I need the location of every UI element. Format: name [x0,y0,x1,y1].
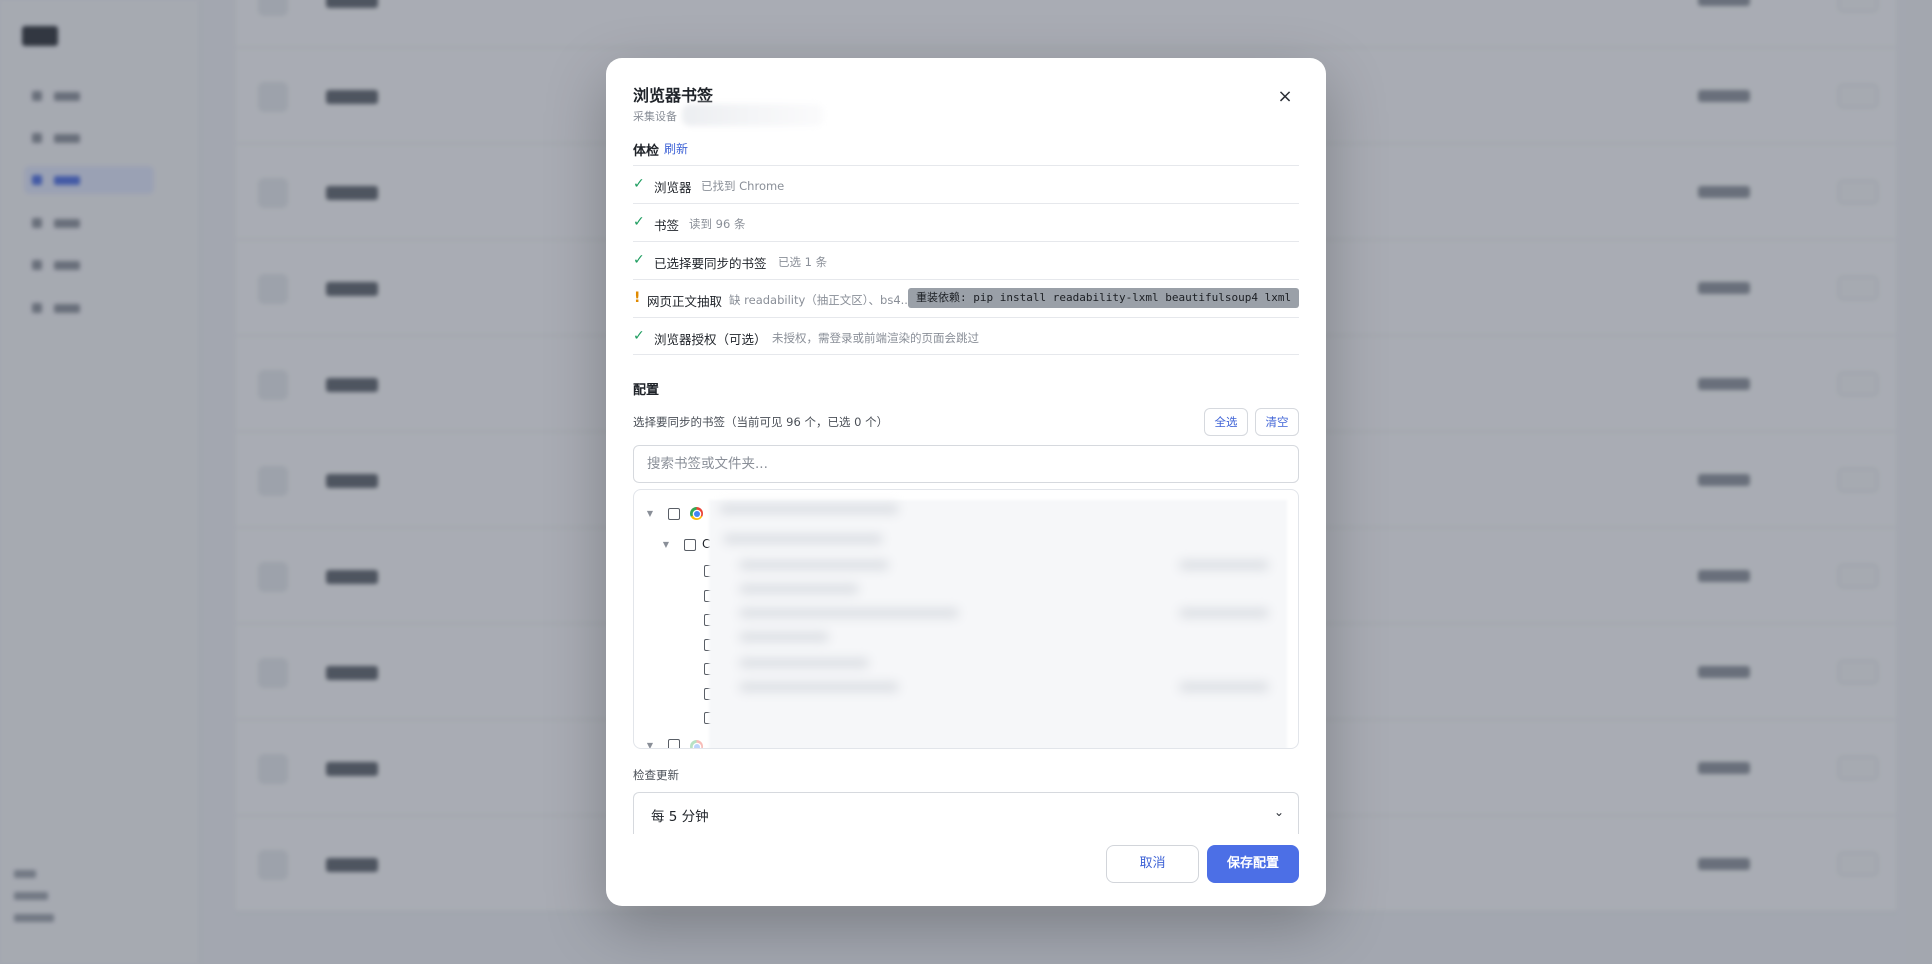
update-frequency-label: 检查更新 [633,768,679,782]
tree-checkbox[interactable] [668,739,680,748]
clear-button[interactable]: 清空 [1255,408,1299,436]
health-item-label: 网页正文抽取 [647,294,723,309]
bookmark-tree[interactable]: ▼ ▼ C ▼ [633,489,1299,749]
health-item-selection: ✓ 已选择要同步的书签 已选 1 条 [633,241,1299,279]
chevron-down-icon[interactable]: ▼ [645,741,655,748]
check-icon: ✓ [633,176,645,192]
warning-icon: ! [634,290,641,306]
health-item-detail: 已找到 Chrome [701,179,785,193]
dialog-subtitle: 采集设备 [633,110,677,123]
health-section-title: 体检 [633,144,660,159]
update-frequency-value: 每 5 分钟 [651,809,709,825]
bookmark-names-redacted [709,500,1287,748]
chevron-down-icon: ⌄ [1274,805,1285,819]
check-icon: ✓ [633,328,645,344]
bookmark-pick-label: 选择要同步的书签（当前可见 96 个，已选 0 个） [633,415,889,429]
cancel-button[interactable]: 取消 [1106,845,1199,883]
health-item-extraction: ! 网页正文抽取 缺 readability（抽正文区）、bs4... 重装依赖… [633,279,1299,317]
tree-checkbox[interactable] [684,539,696,551]
check-icon: ✓ [633,214,645,230]
chevron-down-icon[interactable]: ▼ [661,540,671,550]
health-item-label: 书签 [654,218,680,233]
device-name-redacted [682,104,824,126]
health-item-detail: 未授权，需登录或前端渲染的页面会跳过 [772,331,979,345]
reinstall-deps-command[interactable]: 重装依赖: pip install readability-lxml beaut… [908,288,1299,308]
health-item-browser: ✓ 浏览器 已找到 Chrome [633,165,1299,203]
health-item-label: 已选择要同步的书签 [654,256,767,271]
check-icon: ✓ [633,252,645,268]
chrome-icon [690,507,703,520]
chevron-down-icon[interactable]: ▼ [645,509,655,519]
select-all-button[interactable]: 全选 [1204,408,1248,436]
health-item-detail: 读到 96 条 [689,217,746,231]
health-item-detail: 已选 1 条 [778,255,828,269]
save-config-button[interactable]: 保存配置 [1207,845,1299,883]
tree-checkbox[interactable] [668,508,680,520]
config-section-title: 配置 [633,383,660,398]
update-frequency-select[interactable]: 每 5 分钟 ⌄ [633,792,1299,834]
health-item-detail: 缺 readability（抽正文区）、bs4... [729,293,912,307]
health-item-label: 浏览器 [654,180,692,195]
health-item-label: 浏览器授权（可选） [654,332,767,347]
dialog-title: 浏览器书签 [633,86,714,105]
close-icon[interactable]: × [1272,84,1298,110]
health-item-bookmarks: ✓ 书签 读到 96 条 [633,203,1299,241]
bookmark-dialog: 浏览器书签 采集设备 × 体检 刷新 ✓ 浏览器 已找到 Chrome ✓ 书签… [606,58,1326,906]
chrome-icon [690,740,703,748]
health-item-browser-auth: ✓ 浏览器授权（可选） 未授权，需登录或前端渲染的页面会跳过 [633,317,1299,355]
bookmark-search-input[interactable] [633,445,1299,483]
refresh-link[interactable]: 刷新 [664,140,688,157]
